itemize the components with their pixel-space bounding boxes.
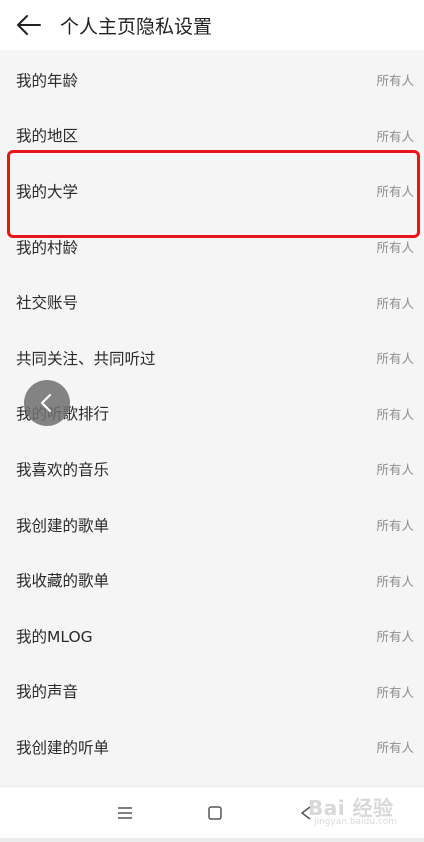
setting-value: 所有人 xyxy=(376,73,414,89)
setting-value: 所有人 xyxy=(376,184,414,200)
setting-label: 社交账号 xyxy=(16,294,79,313)
setting-label: 我的年龄 xyxy=(16,71,79,90)
system-navigation-bar xyxy=(0,786,424,839)
app-header: 个人主页隐私设置 xyxy=(0,0,424,50)
setting-label: 我的村龄 xyxy=(16,238,79,257)
setting-label: 我的地区 xyxy=(16,127,79,146)
setting-row-mlog[interactable]: 我的MLOG 所有人 xyxy=(0,608,424,664)
setting-row-common-follow[interactable]: 共同关注、共同听过 所有人 xyxy=(0,330,424,386)
setting-label: 我喜欢的音乐 xyxy=(16,460,110,479)
square-home-icon xyxy=(208,806,222,820)
back-button[interactable] xyxy=(14,10,44,40)
setting-label: 共同关注、共同听过 xyxy=(16,349,156,368)
setting-row-collected-playlists[interactable]: 我收藏的歌单 所有人 xyxy=(0,552,424,608)
menu-icon xyxy=(118,807,132,819)
setting-value: 所有人 xyxy=(376,406,414,422)
setting-row-region[interactable]: 我的地区 所有人 xyxy=(0,108,424,164)
setting-value: 所有人 xyxy=(376,462,414,478)
setting-value: 所有人 xyxy=(376,240,414,256)
chevron-left-icon xyxy=(40,393,52,413)
setting-label: 我创建的歌单 xyxy=(16,516,110,535)
setting-row-created-playlists[interactable]: 我创建的歌单 所有人 xyxy=(0,497,424,553)
setting-value: 所有人 xyxy=(376,684,414,700)
setting-label: 我的大学 xyxy=(16,182,79,201)
nav-back-button[interactable] xyxy=(286,787,326,839)
setting-row-created-listen-lists[interactable]: 我创建的听单 所有人 xyxy=(0,719,424,775)
setting-value: 所有人 xyxy=(376,573,414,589)
setting-label: 我的MLOG xyxy=(16,627,93,646)
setting-value: 所有人 xyxy=(376,128,414,144)
floating-back-button[interactable] xyxy=(24,380,70,426)
nav-menu-button[interactable] xyxy=(105,787,145,839)
setting-row-age[interactable]: 我的年龄 所有人 xyxy=(0,52,424,108)
triangle-back-icon xyxy=(301,806,311,820)
setting-value: 所有人 xyxy=(376,629,414,645)
setting-label: 我的声音 xyxy=(16,683,79,702)
setting-row-social-accounts[interactable]: 社交账号 所有人 xyxy=(0,274,424,330)
bottom-strip xyxy=(0,838,424,842)
setting-value: 所有人 xyxy=(376,351,414,367)
setting-label: 我收藏的歌单 xyxy=(16,572,110,591)
setting-row-liked-music[interactable]: 我喜欢的音乐 所有人 xyxy=(0,441,424,497)
setting-value: 所有人 xyxy=(376,295,414,311)
page-title: 个人主页隐私设置 xyxy=(60,15,213,38)
setting-value: 所有人 xyxy=(376,518,414,534)
setting-value: 所有人 xyxy=(376,740,414,756)
setting-row-village-age[interactable]: 我的村龄 所有人 xyxy=(0,219,424,275)
nav-home-button[interactable] xyxy=(195,787,235,839)
setting-row-university[interactable]: 我的大学 所有人 xyxy=(0,163,424,219)
arrow-left-icon xyxy=(17,15,41,35)
setting-label: 我创建的听单 xyxy=(16,738,110,757)
setting-row-voice[interactable]: 我的声音 所有人 xyxy=(0,664,424,720)
